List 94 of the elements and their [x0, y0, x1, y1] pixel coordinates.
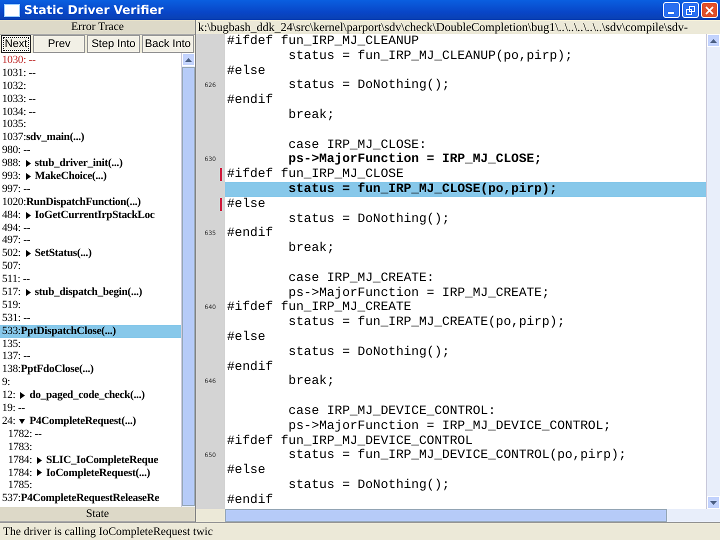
trace-row[interactable]: 980: --: [0, 144, 181, 158]
expanded-triangle-icon[interactable]: [19, 418, 26, 425]
collapsed-triangle-icon[interactable]: [24, 250, 31, 258]
up-arrow-icon: [710, 38, 717, 42]
trace-row[interactable]: 502: SetStatus(...): [0, 247, 181, 260]
code-line: #endif: [226, 492, 274, 508]
trace-button[interactable]: Next: [1, 35, 31, 53]
trace-button[interactable]: Step Into: [87, 35, 140, 53]
code-line: status = DoNothing();: [287, 344, 451, 360]
close-icon: [705, 6, 714, 14]
up-arrow-icon: [185, 58, 192, 62]
trace-row[interactable]: 494: --: [0, 222, 181, 234]
panel-header: State: [0, 507, 195, 522]
code-line: #else: [226, 330, 266, 345]
trace-row[interactable]: 1785:: [0, 479, 181, 492]
code-line: status = fun_IRP_MJ_CLEANUP(po,pirp);: [287, 48, 574, 64]
trace-row[interactable]: 1031: --: [0, 66, 181, 80]
trace-row[interactable]: 1037:sdv_main(...): [0, 131, 181, 144]
collapsed-triangle-icon[interactable]: [36, 456, 42, 464]
trace-row[interactable]: 1033: --: [0, 92, 181, 106]
code-line: #ifdef fun_IRP_MJ_CLOSE: [226, 167, 405, 182]
trace-row[interactable]: 1032:: [0, 80, 181, 93]
minimize-icon: [668, 12, 674, 14]
code-line: break;: [287, 374, 336, 390]
code-line: case IRP_MJ_CLOSE:: [287, 138, 428, 152]
trace-row[interactable]: 1035:: [0, 118, 181, 132]
trace-row[interactable]: 1782: --: [0, 428, 181, 441]
restore-icon: [686, 6, 695, 14]
code-line: #endif: [226, 93, 274, 108]
code-line: #ifdef fun_IRP_MJ_DEVICE_CONTROL: [226, 434, 474, 448]
trace-row[interactable]: 533:PptDispatchClose(...): [0, 324, 181, 338]
down-arrow-icon: [710, 500, 717, 504]
collapsed-triangle-icon[interactable]: [24, 212, 31, 219]
trace-row[interactable]: 1784: SLIC_IoCompleteReque: [0, 454, 181, 466]
trace-row[interactable]: 1784: IoCompleteRequest(...): [0, 466, 181, 480]
trace-row[interactable]: 24: P4CompleteRequest(...): [0, 414, 181, 428]
code-line: status = DoNothing();: [287, 212, 451, 226]
trace-row[interactable]: 1783:: [0, 440, 181, 454]
close-button[interactable]: [701, 2, 718, 18]
code-line: #endif: [226, 360, 274, 374]
trace-row[interactable]: 1020:RunDispatchFunction(...): [0, 196, 181, 209]
trace-row[interactable]: 137: --: [0, 350, 181, 364]
trace-row[interactable]: 519:: [0, 298, 181, 312]
app-icon: [4, 4, 20, 16]
minimize-button[interactable]: [663, 2, 680, 18]
collapsed-triangle-icon[interactable]: [24, 288, 31, 296]
restore-button[interactable]: [682, 2, 699, 18]
collapsed-triangle-icon[interactable]: [19, 392, 26, 400]
code-line: #endif: [226, 226, 274, 242]
trace-row[interactable]: 497: --: [0, 234, 181, 248]
trace-row[interactable]: 484: IoGetCurrentIrpStackLoc: [0, 208, 181, 222]
trace-row[interactable]: 138:PptFdoClose(...): [0, 363, 181, 376]
code-line: #ifdef fun_IRP_MJ_CLEANUP: [226, 34, 420, 49]
window-title: Static Driver Verifier: [24, 3, 164, 17]
trace-row[interactable]: 9:: [0, 376, 181, 390]
trace-row[interactable]: 507:: [0, 260, 181, 274]
code-line: break;: [287, 108, 336, 123]
trace-row[interactable]: 993: MakeChoice(...): [0, 170, 181, 183]
code-line: #ifdef fun_IRP_MJ_CREATE: [226, 300, 412, 316]
trace-button[interactable]: Back Into: [142, 35, 194, 53]
scroll-down-button[interactable]: [707, 496, 720, 509]
trace-row[interactable]: 19: --: [0, 402, 181, 415]
scrollbar-thumb[interactable]: [182, 67, 195, 506]
code-line: ps->MajorFunction = IRP_MJ_CLOSE;: [287, 152, 543, 168]
trace-row[interactable]: 988: stub_driver_init(...): [0, 157, 181, 170]
trace-row[interactable]: 997: --: [0, 182, 181, 196]
code-line: ps->MajorFunction = IRP_MJ_CREATE;: [287, 286, 551, 300]
code-line: status = fun_IRP_MJ_DEVICE_CONTROL(po,pirp);: [287, 448, 628, 464]
scroll-up-button[interactable]: [707, 34, 720, 47]
collapsed-triangle-icon[interactable]: [24, 172, 31, 180]
trace-row[interactable]: 1030: --: [0, 54, 181, 67]
trace-button[interactable]: Prev: [33, 35, 86, 53]
trace-row[interactable]: 517: stub_dispatch_begin(...): [0, 286, 181, 299]
collapsed-triangle-icon[interactable]: [24, 160, 31, 168]
code-line: case IRP_MJ_DEVICE_CONTROL:: [287, 404, 497, 419]
code-line: case IRP_MJ_CREATE:: [287, 270, 436, 286]
scroll-up-button[interactable]: [182, 53, 195, 66]
collapsed-triangle-icon[interactable]: [36, 469, 42, 476]
code-line: status = DoNothing();: [287, 78, 451, 94]
trace-row[interactable]: 537:P4CompleteRequestReleaseRe: [0, 492, 181, 506]
panel-header: Error Trace: [0, 20, 195, 35]
trace-row[interactable]: 531: --: [0, 312, 181, 325]
code-line: #else: [226, 196, 266, 212]
code-line: status = fun_IRP_MJ_CREATE(po,pirp);: [287, 315, 566, 330]
status-text: The driver is calling IoCompleteRequest twic: [0, 522, 720, 540]
code-line: break;: [287, 241, 336, 256]
trace-row[interactable]: 1034: --: [0, 106, 181, 118]
code-line: #else: [226, 463, 266, 478]
code-line: ps->MajorFunction = IRP_MJ_DEVICE_CONTROL;: [287, 418, 612, 434]
trace-row[interactable]: 12: do_paged_code_check(...): [0, 389, 181, 402]
code-line: #else: [226, 64, 266, 78]
trace-row[interactable]: 135:: [0, 338, 181, 350]
trace-row[interactable]: 511: --: [0, 273, 181, 286]
code-line: status = DoNothing();: [287, 478, 451, 493]
